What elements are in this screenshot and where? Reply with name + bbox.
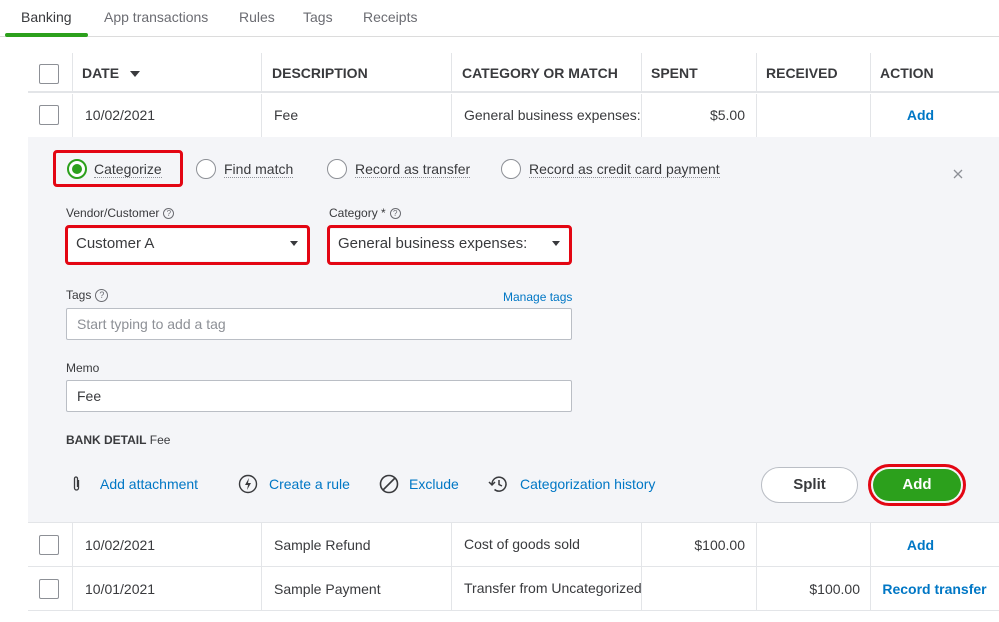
vendor-label-text: Vendor/Customer	[66, 206, 160, 220]
row-date: 10/02/2021	[85, 107, 156, 123]
exclude-link[interactable]: Exclude	[409, 476, 459, 492]
row-date: 10/01/2021	[85, 581, 156, 597]
row-add-button[interactable]: Add	[870, 537, 971, 553]
column-divider	[261, 523, 262, 567]
column-divider	[72, 523, 73, 567]
category-value: General business expenses:	[338, 235, 528, 252]
exclude-icon	[379, 474, 399, 494]
row-checkbox[interactable]	[39, 579, 59, 599]
categorize-radio[interactable]	[67, 159, 87, 179]
categorization-history-link[interactable]: Categorization history	[520, 476, 655, 492]
category-select[interactable]: General business expenses:	[330, 229, 569, 261]
table-row[interactable]: 10/02/2021 Sample Refund Cost of goods s…	[28, 523, 999, 567]
lightning-icon	[238, 474, 258, 494]
vendor-select[interactable]: Customer A	[68, 229, 307, 261]
add-attachment-link[interactable]: Add attachment	[100, 476, 198, 492]
tab-rules[interactable]: Rules	[239, 9, 275, 25]
header-received: RECEIVED	[766, 65, 838, 81]
column-divider	[451, 567, 452, 611]
row-description: Sample Refund	[274, 537, 371, 553]
header-category: CATEGORY OR MATCH	[462, 65, 618, 81]
column-divider	[451, 94, 452, 137]
tags-label: Tags?	[66, 288, 109, 302]
row-spent: $100.00	[694, 537, 745, 553]
column-divider	[756, 523, 757, 567]
vendor-value: Customer A	[76, 235, 155, 252]
header-date[interactable]: DATE	[82, 53, 140, 93]
bank-detail: BANK DETAIL Fee	[66, 433, 170, 447]
column-divider	[261, 94, 262, 137]
find-match-radio[interactable]	[196, 159, 216, 179]
history-icon	[488, 476, 507, 492]
tab-bar: Banking App transactions Rules Tags Rece…	[0, 0, 999, 37]
memo-label: Memo	[66, 361, 100, 375]
row-date: 10/02/2021	[85, 537, 156, 553]
add-button[interactable]: Add	[873, 469, 961, 501]
tab-tags[interactable]: Tags	[303, 9, 333, 25]
column-divider	[451, 53, 452, 93]
record-cc-payment-radio[interactable]	[501, 159, 521, 179]
row-checkbox[interactable]	[39, 535, 59, 555]
categorize-panel: Categorize Find match Record as transfer…	[28, 137, 999, 523]
column-divider	[261, 567, 262, 611]
header-description: DESCRIPTION	[272, 65, 368, 81]
column-divider	[261, 53, 262, 93]
table-row[interactable]: 10/02/2021 Fee General business expenses…	[28, 94, 999, 137]
column-divider	[451, 523, 452, 567]
header-spent: SPENT	[651, 65, 698, 81]
tab-receipts[interactable]: Receipts	[363, 9, 417, 25]
record-transfer-label[interactable]: Record as transfer	[355, 161, 471, 178]
row-spent: $5.00	[709, 107, 745, 123]
column-divider	[72, 567, 73, 611]
category-label: Category *?	[329, 206, 401, 220]
create-rule-link[interactable]: Create a rule	[269, 476, 350, 492]
row-category: Transfer from Uncategorized	[464, 580, 641, 596]
row-description: Fee	[274, 107, 299, 123]
row-checkbox[interactable]	[39, 105, 59, 125]
row-record-transfer-button[interactable]: Record transfer	[870, 581, 999, 597]
tags-label-text: Tags	[66, 288, 92, 302]
column-divider	[72, 94, 73, 137]
record-transfer-radio[interactable]	[327, 159, 347, 179]
category-label-text: Category *	[329, 206, 386, 220]
close-icon[interactable]	[953, 169, 963, 179]
column-divider	[641, 53, 642, 93]
bank-detail-label: BANK DETAIL	[66, 433, 147, 447]
categorize-label[interactable]: Categorize	[94, 161, 162, 178]
column-divider	[756, 53, 757, 93]
split-button[interactable]: Split	[761, 467, 858, 503]
column-divider	[72, 53, 73, 93]
record-cc-payment-label[interactable]: Record as credit card payment	[529, 161, 720, 178]
row-received: $100.00	[809, 581, 860, 597]
select-all-checkbox[interactable]	[39, 64, 59, 84]
paperclip-icon	[73, 476, 80, 491]
help-icon[interactable]: ?	[389, 208, 401, 219]
row-add-button[interactable]: Add	[870, 107, 971, 123]
table-row[interactable]: 10/01/2021 Sample Payment Transfer from …	[28, 567, 999, 611]
help-icon[interactable]: ?	[163, 208, 175, 219]
active-tab-indicator	[5, 33, 88, 37]
chevron-down-icon	[290, 241, 298, 246]
chevron-down-icon	[552, 241, 560, 246]
vendor-label: Vendor/Customer?	[66, 206, 175, 220]
header-action: ACTION	[880, 65, 934, 81]
find-match-label[interactable]: Find match	[224, 161, 294, 178]
memo-input[interactable]: Fee	[66, 380, 572, 412]
tab-app-transactions[interactable]: App transactions	[104, 9, 208, 25]
row-category: Cost of goods sold	[464, 536, 580, 552]
row-description: Sample Payment	[274, 581, 381, 597]
column-divider	[641, 567, 642, 611]
row-category: General business expenses:Bank fees	[464, 107, 641, 123]
column-divider	[870, 53, 871, 93]
column-divider	[756, 94, 757, 137]
tags-input[interactable]: Start typing to add a tag	[66, 308, 572, 340]
header-date-label: DATE	[82, 65, 120, 81]
table-header: DATE DESCRIPTION CATEGORY OR MATCH SPENT…	[28, 53, 999, 93]
help-icon[interactable]: ?	[95, 289, 109, 302]
tab-banking[interactable]: Banking	[21, 9, 72, 25]
caret-down-icon	[129, 71, 140, 77]
manage-tags-link[interactable]: Manage tags	[503, 290, 572, 304]
bank-detail-value: Fee	[149, 433, 171, 447]
